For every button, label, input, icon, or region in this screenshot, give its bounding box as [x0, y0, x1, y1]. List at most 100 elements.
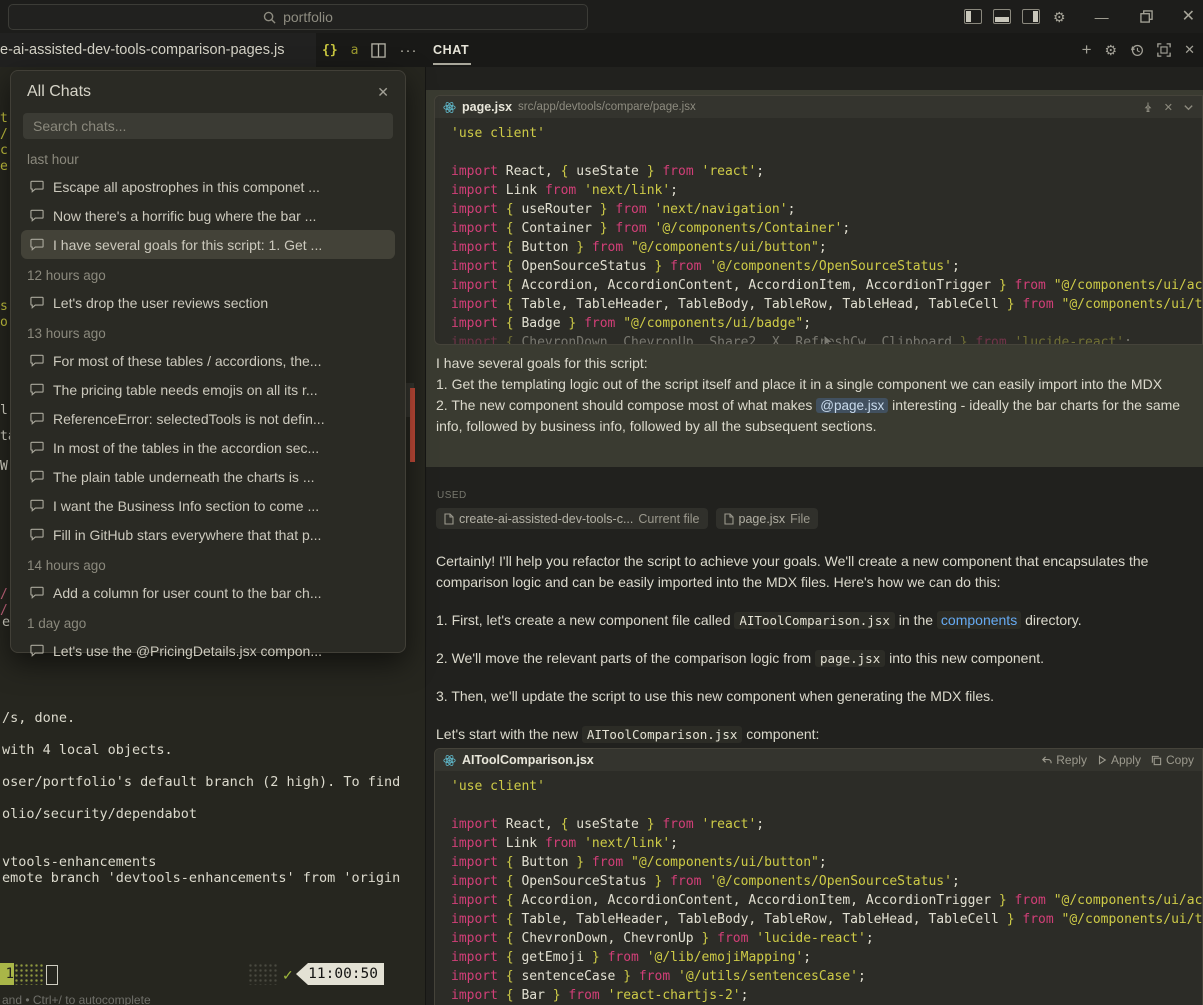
- overflow-menu-icon[interactable]: ···: [399, 42, 417, 59]
- expand-chat-icon[interactable]: [1157, 43, 1171, 57]
- remove-context-icon[interactable]: ✕: [1164, 101, 1173, 114]
- reply-icon: [1041, 755, 1052, 766]
- code-line: import { ChevronDown, ChevronUp } from '…: [451, 929, 1202, 948]
- terminal-status-count: 1: [0, 963, 14, 985]
- text-run: 2. The new component should compose most…: [436, 397, 816, 413]
- code-line: import { Badge } from "@/components/ui/b…: [451, 314, 1202, 333]
- toggle-left-dock-icon[interactable]: [964, 9, 982, 24]
- text-run: Certainly! I'll help you refactor the sc…: [436, 553, 1148, 590]
- code-line: import { Table, TableHeader, TableBody, …: [451, 295, 1202, 314]
- copy-icon: [1151, 755, 1162, 766]
- code-card-aitoolcomparison: AIToolComparison.jsx Reply Apply Copy: [434, 748, 1203, 1005]
- chat-group-label: 13 hours ago: [27, 326, 389, 341]
- used-label: USED: [437, 490, 467, 501]
- copy-button[interactable]: Copy: [1151, 753, 1194, 767]
- user-message-block: page.jsx src/app/devtools/compare/page.j…: [426, 90, 1203, 467]
- chat-panel: page.jsx src/app/devtools/compare/page.j…: [425, 67, 1203, 1005]
- settings-gear-icon[interactable]: ⚙: [1051, 10, 1068, 24]
- status-dither-right: [248, 963, 278, 985]
- chat-history-icon[interactable]: [1130, 43, 1144, 57]
- chat-tab-underline: [433, 63, 471, 65]
- restore-button[interactable]: [1140, 10, 1153, 23]
- chat-history-item[interactable]: The pricing table needs emojis on all it…: [21, 375, 395, 404]
- inlay-hints-toggle[interactable]: {}: [322, 43, 338, 58]
- used-context-chips: create-ai-assisted-dev-tools-c...Current…: [436, 508, 818, 529]
- code-line: import { Button } from "@/components/ui/…: [451, 238, 1202, 257]
- all-chats-popover: All Chats ✕ last hourEscape all apostrop…: [10, 70, 406, 653]
- all-chats-title: All Chats: [27, 83, 91, 101]
- code-line: import React, { useState } from 'react';: [451, 162, 1202, 181]
- status-dither: [14, 963, 44, 985]
- code-block-aitoolcomparison: 'use client' import React, { useState } …: [435, 771, 1202, 1005]
- chat-history-item[interactable]: Fill in GitHub stars everywhere that tha…: [21, 520, 395, 549]
- tab-chat[interactable]: CHAT: [433, 33, 469, 67]
- pin-icon[interactable]: [1142, 101, 1154, 113]
- terminal-line: vtools-enhancements: [2, 854, 425, 870]
- code-line: import { ChevronDown, ChevronUp, Share2,…: [451, 333, 1202, 345]
- close-window-button[interactable]: ✕: [1180, 9, 1197, 25]
- assistant-paragraph: Certainly! I'll help you refactor the sc…: [436, 551, 1193, 593]
- apply-button[interactable]: Apply: [1097, 753, 1141, 767]
- code-line: [451, 143, 1202, 162]
- terminal-line: with 4 local objects.: [2, 742, 425, 758]
- code-block-page-jsx: 'use client' import React, { useState } …: [435, 118, 1202, 345]
- play-icon: [1097, 755, 1107, 765]
- code-line: import { sentenceCase } from '@/utils/se…: [451, 967, 1202, 986]
- text-run: in the: [895, 612, 937, 628]
- text-run: directory.: [1021, 612, 1081, 628]
- inline-code: AIToolComparison.jsx: [734, 612, 895, 629]
- assistant-paragraph: 1. First, let's create a new component f…: [436, 610, 1193, 631]
- code-card-filepath: src/app/devtools/compare/page.jsx: [518, 101, 696, 113]
- toggle-bottom-dock-icon[interactable]: [993, 9, 1011, 24]
- chat-history-item[interactable]: Let's use the @PricingDetails.jsx compon…: [21, 636, 395, 665]
- chat-search-box: [23, 113, 393, 139]
- chat-history-item[interactable]: Escape all apostrophes in this componet …: [21, 172, 395, 201]
- app-window: portfolio ⚙ — ✕ e-ai-assisted-dev-tools-…: [0, 0, 1203, 1005]
- title-bar: portfolio ⚙ — ✕: [0, 0, 1203, 34]
- minimize-button[interactable]: —: [1093, 10, 1111, 24]
- terminal-line: olio/security/dependabot: [2, 806, 425, 822]
- chevron-down-icon[interactable]: [1183, 102, 1194, 113]
- project-search-field[interactable]: portfolio: [8, 4, 588, 30]
- chat-group-label: 12 hours ago: [27, 268, 389, 283]
- context-chip[interactable]: page.jsxFile: [716, 508, 819, 529]
- text-run: Let's start with the new: [436, 726, 582, 742]
- chat-group-label: 1 day ago: [27, 616, 389, 631]
- chat-history-item[interactable]: Let's drop the user reviews section: [21, 288, 395, 317]
- chat-history-item[interactable]: Now there's a horrific bug where the bar…: [21, 201, 395, 230]
- chat-history-item[interactable]: For most of these tables / accordions, t…: [21, 346, 395, 375]
- code-line: import Link from 'next/link';: [451, 834, 1202, 853]
- code-line: import { OpenSourceStatus } from '@/comp…: [451, 872, 1202, 891]
- check-icon: ✓: [282, 964, 294, 986]
- code-line: import { useRouter } from 'next/navigati…: [451, 200, 1202, 219]
- chat-history-item[interactable]: I want the Business Info section to come…: [21, 491, 395, 520]
- chat-group-label: 14 hours ago: [27, 558, 389, 573]
- code-card-filename: AIToolComparison.jsx: [462, 753, 594, 767]
- chat-search-input[interactable]: [23, 118, 393, 134]
- context-chip[interactable]: create-ai-assisted-dev-tools-c...Current…: [436, 508, 708, 529]
- file-mention-chip[interactable]: @page.jsx: [816, 398, 888, 413]
- chat-history-item[interactable]: The plain table underneath the charts is…: [21, 462, 395, 491]
- inline-code: AIToolComparison.jsx: [582, 726, 743, 743]
- close-popover-icon[interactable]: ✕: [377, 84, 389, 101]
- close-chat-icon[interactable]: ✕: [1184, 42, 1195, 58]
- chat-history-item[interactable]: ReferenceError: selectedTools is not def…: [21, 404, 395, 433]
- reply-button[interactable]: Reply: [1041, 753, 1087, 767]
- code-line: 'use client': [451, 777, 1202, 796]
- text-run: 3. Then, we'll update the script to use …: [436, 688, 994, 704]
- chat-history-item[interactable]: I have several goals for this script: 1.…: [21, 230, 395, 259]
- chat-history-item[interactable]: Add a column for user count to the bar c…: [21, 578, 395, 607]
- toggle-right-dock-icon[interactable]: [1022, 9, 1040, 24]
- components-link[interactable]: components: [937, 611, 1021, 629]
- split-editor-icon[interactable]: [371, 43, 386, 58]
- text-run: component:: [742, 726, 819, 742]
- react-icon: [443, 754, 456, 767]
- code-line: import { OpenSourceStatus } from '@/comp…: [451, 257, 1202, 276]
- editor-tab[interactable]: e-ai-assisted-dev-tools-comparison-pages…: [0, 33, 316, 67]
- new-chat-icon[interactable]: +: [1082, 40, 1092, 60]
- chat-settings-gear-icon[interactable]: ⚙: [1105, 42, 1118, 59]
- assistant-paragraph: 3. Then, we'll update the script to use …: [436, 686, 1193, 707]
- code-line: import { Accordion, AccordionContent, Ac…: [451, 891, 1202, 910]
- terminal-line: oser/portfolio's default branch (2 high)…: [2, 774, 425, 790]
- chat-history-item[interactable]: In most of the tables in the accordion s…: [21, 433, 395, 462]
